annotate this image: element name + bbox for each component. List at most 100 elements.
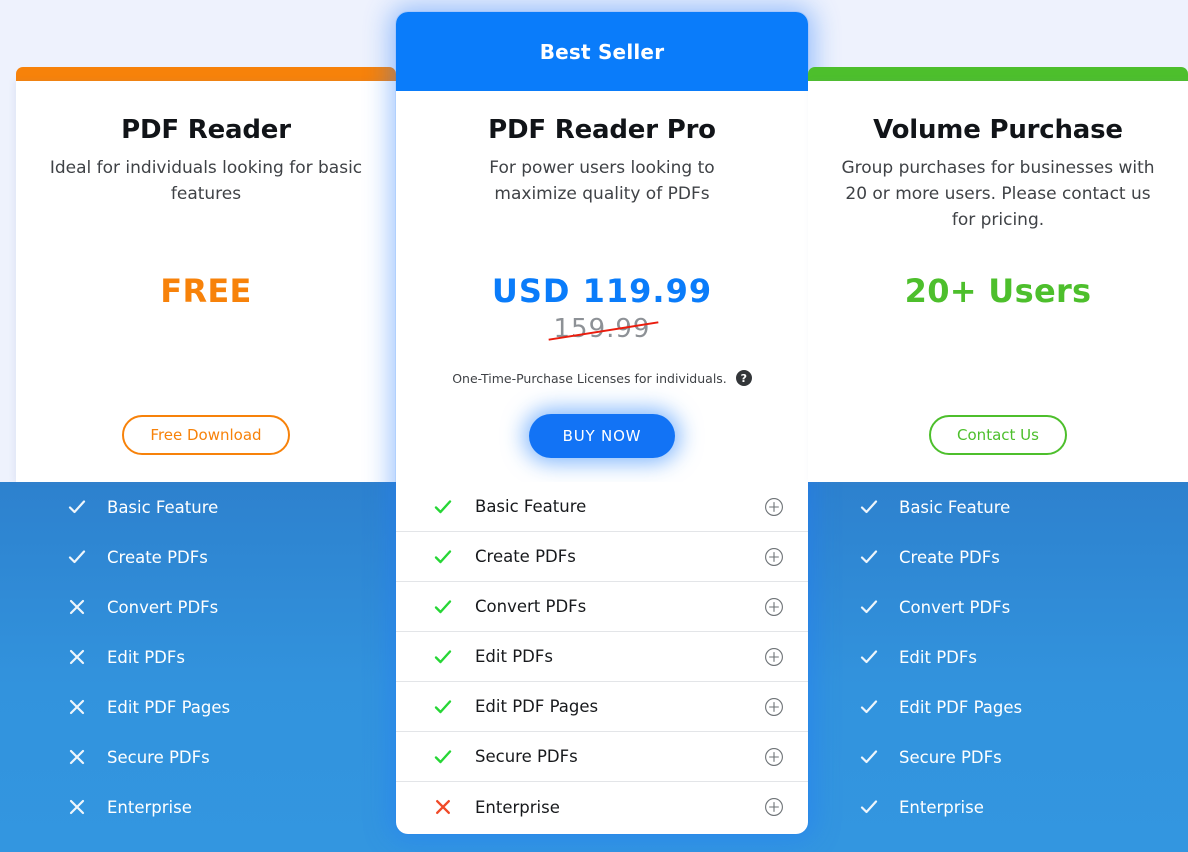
feature-list-mid: Basic Feature Create PDFs Convert PDFs E… bbox=[396, 482, 808, 832]
card-accent-bar-orange bbox=[16, 67, 396, 81]
plan-card-pdf-reader: PDF Reader Ideal for individuals looking… bbox=[16, 0, 396, 852]
plus-icon[interactable] bbox=[764, 597, 784, 617]
old-price: 159.99 bbox=[553, 314, 651, 344]
plan-price-block-right: 20+ Users bbox=[808, 272, 1188, 310]
feature-label: Edit PDFs bbox=[475, 647, 553, 666]
cross-icon bbox=[64, 597, 90, 617]
feature-label: Enterprise bbox=[107, 797, 192, 817]
feature-row: Create PDFs bbox=[396, 532, 808, 582]
plan-description: Group purchases for businesses with 20 o… bbox=[841, 158, 1155, 230]
check-icon bbox=[856, 747, 882, 767]
plan-header-left: PDF Reader Ideal for individuals looking… bbox=[16, 115, 396, 207]
feature-label: Edit PDFs bbox=[899, 647, 977, 667]
feature-row: Convert PDFs bbox=[16, 582, 396, 632]
feature-label: Create PDFs bbox=[475, 547, 576, 566]
cross-icon bbox=[430, 797, 456, 817]
plan-title: PDF Reader bbox=[121, 115, 291, 145]
old-price-wrap: 159.99 bbox=[548, 314, 658, 344]
plan-description: Ideal for individuals looking for basic … bbox=[49, 158, 363, 204]
plan-description: For power users looking to maximize qual… bbox=[489, 158, 715, 204]
plan-price: FREE bbox=[160, 272, 252, 310]
feature-row: Basic Feature bbox=[16, 482, 396, 532]
feature-row: Convert PDFs bbox=[808, 582, 1188, 632]
cross-icon bbox=[64, 647, 90, 667]
feature-label: Secure PDFs bbox=[107, 747, 210, 767]
check-icon bbox=[430, 547, 456, 567]
feature-label: Edit PDFs bbox=[107, 647, 185, 667]
feature-label: Convert PDFs bbox=[107, 597, 219, 617]
feature-list-left: Basic Feature Create PDFs Convert PDFs E… bbox=[16, 482, 396, 832]
check-icon bbox=[430, 597, 456, 617]
check-icon bbox=[856, 547, 882, 567]
feature-label: Basic Feature bbox=[475, 497, 587, 516]
feature-label: Enterprise bbox=[899, 797, 984, 817]
plan-card-volume-purchase: Volume Purchase Group purchases for busi… bbox=[808, 0, 1188, 852]
feature-row: Enterprise bbox=[808, 782, 1188, 832]
best-seller-badge: Best Seller bbox=[396, 12, 808, 91]
feature-label: Secure PDFs bbox=[899, 747, 1002, 767]
feature-row: Basic Feature bbox=[396, 482, 808, 532]
check-icon bbox=[430, 697, 456, 717]
pricing-cards: PDF Reader Ideal for individuals looking… bbox=[0, 0, 1188, 852]
license-note-text: One-Time-Purchase Licenses for individua… bbox=[452, 370, 727, 386]
feature-row: Edit PDF Pages bbox=[16, 682, 396, 732]
feature-row: Basic Feature bbox=[808, 482, 1188, 532]
feature-label: Convert PDFs bbox=[475, 597, 587, 616]
check-icon bbox=[856, 597, 882, 617]
feature-row: Create PDFs bbox=[16, 532, 396, 582]
feature-row: Enterprise bbox=[396, 782, 808, 832]
cross-icon bbox=[64, 797, 90, 817]
feature-row: Secure PDFs bbox=[16, 732, 396, 782]
feature-row: Secure PDFs bbox=[808, 732, 1188, 782]
feature-label: Create PDFs bbox=[107, 547, 208, 567]
check-icon bbox=[64, 547, 90, 567]
plan-cta-wrap-mid: BUY NOW bbox=[396, 414, 808, 458]
cross-icon bbox=[64, 697, 90, 717]
plan-cta-wrap-right: Contact Us bbox=[808, 415, 1188, 455]
check-icon bbox=[64, 497, 90, 517]
feature-label: Convert PDFs bbox=[899, 597, 1011, 617]
feature-label: Enterprise bbox=[475, 797, 560, 817]
feature-row: Edit PDFs bbox=[16, 632, 396, 682]
feature-row: Convert PDFs bbox=[396, 582, 808, 632]
plan-header-right: Volume Purchase Group purchases for busi… bbox=[808, 115, 1188, 233]
plan-title: Volume Purchase bbox=[873, 115, 1123, 145]
feature-row: Edit PDF Pages bbox=[396, 682, 808, 732]
feature-label: Basic Feature bbox=[899, 497, 1011, 517]
plus-icon[interactable] bbox=[764, 497, 784, 517]
feature-label: Edit PDF Pages bbox=[107, 697, 231, 717]
plus-icon[interactable] bbox=[764, 697, 784, 717]
feature-row: Edit PDFs bbox=[808, 632, 1188, 682]
card-accent-bar-green bbox=[808, 67, 1188, 81]
contact-us-button[interactable]: Contact Us bbox=[929, 415, 1067, 455]
free-download-button[interactable]: Free Download bbox=[122, 415, 290, 455]
feature-row: Create PDFs bbox=[808, 532, 1188, 582]
feature-label: Create PDFs bbox=[899, 547, 1000, 567]
plus-icon[interactable] bbox=[764, 747, 784, 767]
feature-row: Edit PDFs bbox=[396, 632, 808, 682]
check-icon bbox=[430, 747, 456, 767]
license-note: One-Time-Purchase Licenses for individua… bbox=[396, 370, 808, 386]
plus-icon[interactable] bbox=[764, 647, 784, 667]
check-icon bbox=[856, 497, 882, 517]
plan-price-block-mid: USD 119.99 159.99 One-Time-Purchase Lice… bbox=[396, 272, 808, 386]
plan-cta-wrap-left: Free Download bbox=[16, 415, 396, 455]
feature-list-right: Basic Feature Create PDFs Convert PDFs E… bbox=[808, 482, 1188, 832]
check-icon bbox=[430, 647, 456, 667]
check-icon bbox=[430, 497, 456, 517]
feature-label: Edit PDF Pages bbox=[899, 697, 1023, 717]
plan-price-block-left: FREE bbox=[16, 272, 396, 310]
feature-label: Secure PDFs bbox=[475, 747, 578, 766]
check-icon bbox=[856, 797, 882, 817]
help-icon[interactable]: ? bbox=[735, 370, 752, 386]
feature-row: Edit PDF Pages bbox=[808, 682, 1188, 732]
plan-price: USD 119.99 bbox=[491, 272, 713, 310]
plan-price: 20+ Users bbox=[904, 272, 1092, 310]
buy-now-button[interactable]: BUY NOW bbox=[528, 414, 676, 458]
plan-card-pdf-reader-pro: Best Seller PDF Reader Pro For power use… bbox=[396, 0, 808, 852]
plus-icon[interactable] bbox=[764, 797, 784, 817]
check-icon bbox=[856, 647, 882, 667]
feature-label: Edit PDF Pages bbox=[475, 697, 599, 716]
plus-icon[interactable] bbox=[764, 547, 784, 567]
cross-icon bbox=[64, 747, 90, 767]
